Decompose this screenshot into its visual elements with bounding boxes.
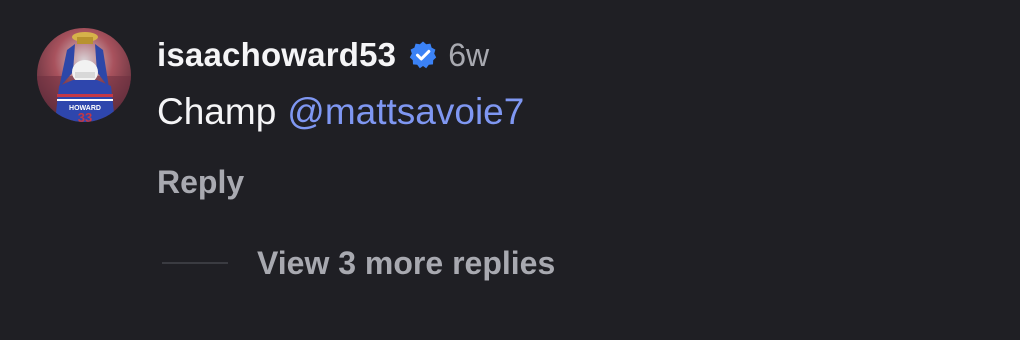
replies-divider	[162, 262, 228, 264]
mention-link[interactable]: @mattsavoie7	[287, 91, 524, 133]
avatar-jersey-number: 33	[78, 110, 92, 122]
comment-timestamp: 6w	[448, 36, 490, 73]
avatar-photo: HOWARD 33	[37, 28, 131, 122]
username-link[interactable]: isaachoward53	[157, 36, 396, 74]
verified-badge-icon	[408, 40, 438, 70]
view-more-replies-label: View 3 more replies	[257, 244, 556, 281]
reply-button[interactable]: Reply	[157, 160, 244, 204]
comment-item: HOWARD 33 isaachoward53 6w Champ @mattsa…	[0, 0, 1020, 340]
view-more-replies-button[interactable]: View 3 more replies	[162, 240, 555, 286]
comment-body: Champ @mattsavoie7	[157, 88, 524, 136]
comment-text: Champ	[157, 91, 277, 132]
comment-header: isaachoward53 6w	[157, 33, 489, 77]
avatar[interactable]: HOWARD 33	[37, 28, 131, 122]
